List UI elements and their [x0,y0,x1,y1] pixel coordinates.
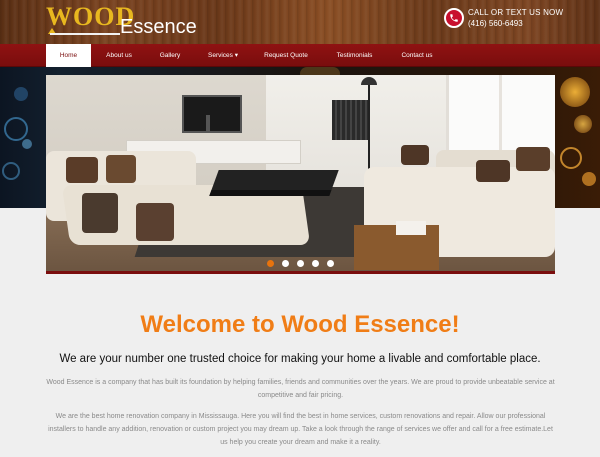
main-nav: Home About us Gallery Services ▾ Request… [0,44,600,67]
nav-about-us[interactable]: About us [95,44,143,67]
slide-pillow [401,145,429,165]
logo-underline [50,33,120,35]
hero-slider[interactable] [46,75,555,274]
slide-vase [206,115,210,131]
slider-dot[interactable] [327,260,334,267]
nav-home[interactable]: Home [46,44,91,67]
bokeh-light [560,147,582,169]
bokeh-light [4,117,28,141]
bokeh-light [574,115,592,133]
slider-dot[interactable] [297,260,304,267]
slide-floor-lamp [368,80,370,175]
logo-essence-text: Essence [120,16,197,38]
contact-title: CALL OR TEXT US NOW [468,8,564,17]
services-paragraph: We are the best home renovation company … [48,413,553,446]
welcome-subtitle: We are your number one trusted choice fo… [59,353,541,365]
slide-pillow [82,193,118,233]
slider-dot[interactable] [282,260,289,267]
bokeh-light [560,77,590,107]
slide-pillow [136,203,174,241]
slide-tv [182,95,242,133]
nav-contact-us[interactable]: Contact us [390,44,444,67]
nav-gallery[interactable]: Gallery [148,44,192,67]
bokeh-light [22,139,32,149]
slide-pillow [106,155,136,183]
bokeh-light [2,162,20,180]
slider-dot[interactable] [267,260,274,267]
slide-radiator [332,100,370,140]
bokeh-light [14,87,28,101]
bokeh-light [582,172,596,186]
nav-services-dropdown[interactable]: Services ▾ [197,44,249,67]
nav-testimonials[interactable]: Testimonials [323,44,386,67]
slide-coffee-table [209,170,339,196]
nav-request-quote[interactable]: Request Quote [254,44,318,67]
welcome-heading: Welcome to Wood Essence! [140,311,460,338]
slider-dot[interactable] [312,260,319,267]
intro-paragraph: Wood Essence is a company that has built… [46,379,555,399]
site-logo[interactable]: WOOD Essence [46,4,197,39]
slide-decor-box [396,221,426,235]
slide-pillow [516,147,550,171]
phone-number-link[interactable]: (416) 560-6493 [468,19,523,28]
site-header: WOOD Essence CALL OR TEXT US NOW (416) 5… [0,0,600,44]
phone-icon [444,8,464,28]
slide-pillow [66,157,98,183]
slider-dots [267,260,335,268]
slide-pillow [476,160,510,182]
